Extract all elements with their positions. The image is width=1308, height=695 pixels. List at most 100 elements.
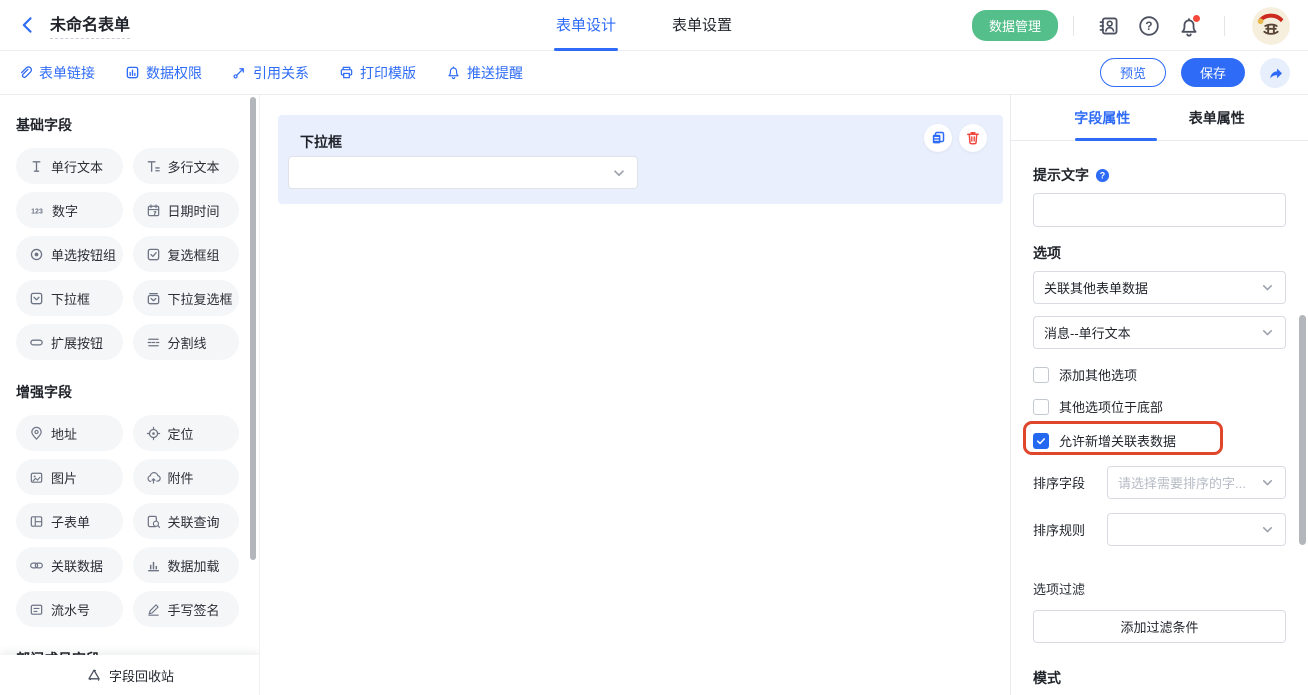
toolbar-print-template[interactable]: 打印模版 <box>339 63 416 83</box>
field-item-single-line-text[interactable]: 单行文本 <box>16 148 123 184</box>
selected-field-card[interactable]: 下拉框 <box>278 115 1003 204</box>
option-filter-label: 选项过滤 <box>1033 579 1286 598</box>
serial-number-icon <box>29 602 44 617</box>
option-field-select[interactable]: 消息--单行文本 <box>1033 316 1286 349</box>
tab-form-properties[interactable]: 表单属性 <box>1189 108 1245 128</box>
section-title-basic-fields: 基础字段 <box>16 115 239 135</box>
toolbar-form-link[interactable]: 表单链接 <box>18 63 95 83</box>
properties-panel: 字段属性 表单属性 提示文字 选项 关联其他表单数据 消息--单行文本 添加其他… <box>1010 95 1308 695</box>
checkbox-unchecked[interactable] <box>1033 367 1049 383</box>
share-arrow-icon <box>1267 64 1284 81</box>
toolbar-data-permission[interactable]: 数据权限 <box>125 63 202 83</box>
sidebar-scrollbar[interactable] <box>250 97 256 560</box>
back-button[interactable] <box>18 15 38 35</box>
field-item-image[interactable]: 图片 <box>16 459 123 495</box>
field-recycle-bin[interactable]: 字段回收站 <box>0 655 260 695</box>
tab-form-design[interactable]: 表单设计 <box>556 0 616 51</box>
user-avatar[interactable] <box>1252 7 1290 45</box>
divider <box>1073 16 1074 36</box>
field-item-dropdown-multi[interactable]: 下拉复选框 <box>133 280 240 316</box>
toolbar-push-reminder[interactable]: 推送提醒 <box>446 63 523 83</box>
trash-icon <box>965 130 981 146</box>
tab-form-settings[interactable]: 表单设置 <box>672 0 732 51</box>
active-tab-underline <box>1075 138 1157 141</box>
notification-red-dot <box>1193 15 1200 22</box>
dropdown-multi-icon <box>146 291 161 306</box>
image-icon <box>29 470 44 485</box>
data-manage-button[interactable]: 数据管理 <box>972 10 1058 41</box>
field-dropdown-control[interactable] <box>288 156 638 189</box>
recycle-icon <box>86 667 102 683</box>
contacts-icon[interactable] <box>1098 15 1120 37</box>
field-item-linked-data[interactable]: 关联数据 <box>16 547 123 583</box>
sort-field-select[interactable]: 请选择需要排序的字... <box>1107 466 1286 499</box>
tab-field-properties[interactable]: 字段属性 <box>1074 108 1130 128</box>
field-label: 下拉框 <box>300 132 342 152</box>
radio-group-icon <box>29 247 44 262</box>
duplicate-field-button[interactable] <box>924 124 952 152</box>
copy-icon <box>930 130 946 146</box>
field-item-data-load[interactable]: 数据加载 <box>133 547 240 583</box>
panel-scrollbar[interactable] <box>1299 315 1306 545</box>
signature-icon <box>146 602 161 617</box>
single-line-text-icon <box>29 159 44 174</box>
top-header: 未命名表单 表单设计 表单设置 数据管理 <box>0 0 1308 51</box>
toolbar-reference-relation[interactable]: 引用关系 <box>232 63 309 83</box>
options-label: 选项 <box>1033 243 1286 263</box>
field-item-divider-line[interactable]: 分割线 <box>133 324 240 360</box>
header-tabs: 表单设计 表单设置 <box>556 0 732 51</box>
hint-help-icon[interactable] <box>1095 168 1110 183</box>
hint-text-label: 提示文字 <box>1033 165 1089 185</box>
field-item-datetime[interactable]: 日期时间 <box>133 192 240 228</box>
field-item-extend-button[interactable]: 扩展按钮 <box>16 324 123 360</box>
dropdown-icon <box>29 291 44 306</box>
field-item-checkbox-group[interactable]: 复选框组 <box>133 236 240 272</box>
checkbox-allow-add-linked-data[interactable]: 允许新增关联表数据 <box>1033 431 1286 450</box>
checkbox-other-option-bottom[interactable]: 其他选项位于底部 <box>1033 397 1286 416</box>
delete-field-button[interactable] <box>959 124 987 152</box>
datetime-icon <box>146 203 161 218</box>
field-item-attachment[interactable]: 附件 <box>133 459 240 495</box>
field-item-serial-number[interactable]: 流水号 <box>16 591 123 627</box>
reference-icon <box>232 65 247 80</box>
checkbox-group-icon <box>146 247 161 262</box>
data-permission-icon <box>125 65 140 80</box>
share-button[interactable] <box>1260 58 1290 88</box>
add-filter-condition-button[interactable]: 添加过滤条件 <box>1033 610 1286 643</box>
field-item-location[interactable]: 定位 <box>133 415 240 451</box>
save-button[interactable]: 保存 <box>1181 58 1245 87</box>
linked-query-icon <box>146 514 161 529</box>
field-item-radio-group[interactable]: 单选按钮组 <box>16 236 123 272</box>
checkbox-checked[interactable] <box>1033 433 1049 449</box>
sort-field-label: 排序字段 <box>1033 473 1099 492</box>
field-item-dropdown[interactable]: 下拉框 <box>16 280 123 316</box>
field-item-address[interactable]: 地址 <box>16 415 123 451</box>
subform-icon <box>29 514 44 529</box>
field-item-linked-query[interactable]: 关联查询 <box>133 503 240 539</box>
chevron-left-icon <box>18 15 38 35</box>
checkbox-unchecked[interactable] <box>1033 399 1049 415</box>
field-item-number[interactable]: 数字 <box>16 192 123 228</box>
push-bell-icon <box>446 65 461 80</box>
form-title[interactable]: 未命名表单 <box>50 11 130 39</box>
option-source-select[interactable]: 关联其他表单数据 <box>1033 271 1286 304</box>
chevron-down-icon <box>1260 325 1275 340</box>
chevron-down-icon <box>1260 475 1275 490</box>
address-icon <box>29 426 44 441</box>
form-canvas[interactable]: 下拉框 <box>260 95 1010 695</box>
help-icon[interactable] <box>1138 15 1160 37</box>
extend-button-icon <box>29 335 44 350</box>
sort-rule-select[interactable] <box>1107 513 1286 546</box>
field-item-subform[interactable]: 子表单 <box>16 503 123 539</box>
printer-icon <box>339 65 354 80</box>
linked-data-icon <box>29 558 44 573</box>
divider-icon <box>146 335 161 350</box>
notification-bell-icon[interactable] <box>1178 16 1200 38</box>
field-item-multi-line-text[interactable]: 多行文本 <box>133 148 240 184</box>
preview-button[interactable]: 预览 <box>1100 58 1166 87</box>
divider <box>1224 16 1225 36</box>
field-item-signature[interactable]: 手写签名 <box>133 591 240 627</box>
hint-text-input[interactable] <box>1033 193 1286 227</box>
checkbox-add-other-option[interactable]: 添加其他选项 <box>1033 365 1286 384</box>
multi-line-text-icon <box>146 159 161 174</box>
